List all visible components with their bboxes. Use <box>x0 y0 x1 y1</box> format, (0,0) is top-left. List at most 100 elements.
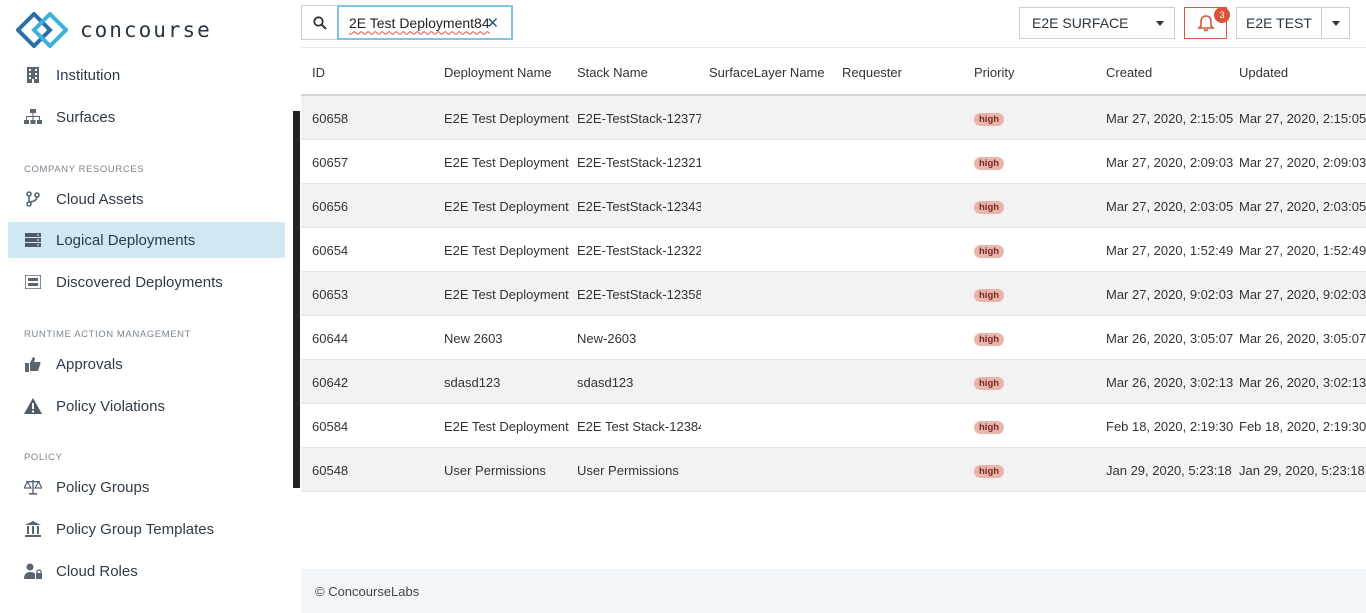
table-cell: 60642 <box>312 375 349 390</box>
building-icon <box>24 66 42 84</box>
table-cell: Feb 18, 2020, 2:19:30 <box>1239 419 1366 434</box>
user-menu-button[interactable]: E2E TEST <box>1236 7 1322 39</box>
priority-badge: high <box>974 289 1005 302</box>
table-cell: 60656 <box>312 199 349 214</box>
table-cell: Mar 26, 2020, 3:02:13 <box>1106 375 1234 390</box>
table-row[interactable]: 60657 E2E Test Deployment E2E-TestStack-12… <box>301 140 1366 184</box>
table-cell: 60644 <box>312 331 349 346</box>
table-row[interactable]: 60658 E2E Test Deployment E2E-TestStack-12… <box>301 96 1366 140</box>
sidebar-item-cloud-assets[interactable]: Cloud Assets <box>8 181 285 217</box>
sidebar-item-label: Cloud Assets <box>56 190 144 208</box>
column-header[interactable]: ID <box>312 65 325 80</box>
priority-badge: high <box>974 157 1005 170</box>
sidebar-item-institution[interactable]: Institution <box>8 57 285 93</box>
clear-search-icon[interactable]: ✕ <box>486 14 499 32</box>
sidebar-item-label: Policy Violations <box>56 397 165 415</box>
table-cell: 60653 <box>312 287 349 302</box>
logo-text: concourse <box>80 18 212 42</box>
user-menu-dropdown-button[interactable] <box>1322 7 1350 39</box>
table-cell: E2E-TestStack-12377 <box>577 111 701 126</box>
priority-badge: high <box>974 245 1005 258</box>
table-cell: Jan 29, 2020, 5:23:18 <box>1239 463 1365 478</box>
table-cell: Mar 27, 2020, 9:02:03 <box>1239 287 1366 302</box>
sidebar-item-policy-violations[interactable]: Policy Violations <box>8 388 285 424</box>
search-input[interactable]: 2E Test Deployment84 ✕ <box>337 5 513 40</box>
priority-badge: high <box>974 113 1005 126</box>
user-lock-icon <box>24 562 42 580</box>
search-button[interactable] <box>301 5 337 40</box>
table-cell: E2E Test Stack-12384 <box>577 419 701 434</box>
table-cell: E2E Test Deployment <box>444 155 569 170</box>
table-row[interactable]: 60656 E2E Test Deployment E2E-TestStack-12… <box>301 184 1366 228</box>
sidebar-item-label: Logical Deployments <box>56 231 196 249</box>
table-cell: Mar 26, 2020, 3:05:07 <box>1239 331 1366 346</box>
footer: © ConcourseLabs <box>301 569 1366 613</box>
table-cell: E2E-TestStack-12343 <box>577 199 701 214</box>
concourse-logo-icon <box>16 12 68 48</box>
table-cell: Mar 27, 2020, 1:52:49 <box>1239 243 1366 258</box>
column-header[interactable]: Requester <box>842 65 902 80</box>
table-cell: Mar 27, 2020, 2:15:05 <box>1239 111 1366 126</box>
table-cell: Mar 26, 2020, 3:02:13 <box>1239 375 1366 390</box>
chevron-down-icon <box>1156 21 1164 26</box>
table-cell: E2E Test Deployment <box>444 243 569 258</box>
sidebar-item-discovered-deployments[interactable]: Discovered Deployments <box>8 264 285 300</box>
sidebar-item-policy-groups[interactable]: Policy Groups <box>8 469 285 505</box>
table-row[interactable]: 60653 E2E Test Deployment E2E-TestStack-12… <box>301 272 1366 316</box>
table-row[interactable]: 60548 User Permissions User Permissions hig… <box>301 448 1366 492</box>
table-cell: Mar 27, 2020, 2:09:03 <box>1239 155 1366 170</box>
scrollbar[interactable] <box>293 111 300 488</box>
section-label-runtime-action-management: RUNTIME ACTION MANAGEMENT <box>24 329 192 340</box>
deployments-table: ID Deployment Name Stack Name SurfaceLay… <box>301 47 1366 492</box>
table-cell: E2E Test Deployment <box>444 419 569 434</box>
sitemap-icon <box>24 108 42 126</box>
table-header: ID Deployment Name Stack Name SurfaceLay… <box>301 47 1366 96</box>
column-header[interactable]: Updated <box>1239 65 1288 80</box>
table-cell: Mar 27, 2020, 9:02:03 <box>1106 287 1234 302</box>
table-cell: New-2603 <box>577 331 637 346</box>
notification-count-badge: 3 <box>1214 7 1230 23</box>
table-cell: Mar 27, 2020, 1:52:49 <box>1106 243 1234 258</box>
priority-badge: high <box>974 465 1005 478</box>
sidebar-item-cloud-roles[interactable]: Cloud Roles <box>8 553 285 589</box>
table-row[interactable]: 60654 E2E Test Deployment E2E-TestStack-12… <box>301 228 1366 272</box>
sidebar-item-label: Policy Groups <box>56 478 150 496</box>
section-label-policy: POLICY <box>24 452 63 463</box>
priority-badge: high <box>974 421 1005 434</box>
priority-badge: high <box>974 377 1005 390</box>
sidebar-item-logical-deployments[interactable]: Logical Deployments <box>8 222 285 258</box>
table-cell: 60657 <box>312 155 349 170</box>
table-cell: User Permissions <box>577 463 679 478</box>
surface-select[interactable]: E2E SURFACE <box>1019 7 1175 39</box>
table-row[interactable]: 60584 E2E Test Deployment E2E Test Stack-1… <box>301 404 1366 448</box>
table-row[interactable]: 60644 New 2603 New-2603 high Mar 26, 2020, 3… <box>301 316 1366 360</box>
search-input-value: 2E Test Deployment84 <box>349 14 490 31</box>
column-header[interactable]: SurfaceLayer Name <box>709 65 825 80</box>
table-cell: New 2603 <box>444 331 503 346</box>
logo[interactable]: concourse <box>16 12 212 48</box>
table-cell: Feb 18, 2020, 2:19:30 <box>1106 419 1234 434</box>
warning-icon <box>24 397 42 415</box>
column-header[interactable]: Created <box>1106 65 1152 80</box>
table-row[interactable]: 60642 sdasd123 sdasd123 high Mar 26, 2020, 3… <box>301 360 1366 404</box>
bank-icon <box>24 520 42 538</box>
section-label-company-resources: COMPANY RESOURCES <box>24 164 145 175</box>
column-header[interactable]: Deployment Name <box>444 65 552 80</box>
column-header[interactable]: Priority <box>974 65 1014 80</box>
surface-select-value: E2E SURFACE <box>1032 15 1129 31</box>
sidebar-item-approvals[interactable]: Approvals <box>8 346 285 382</box>
column-header[interactable]: Stack Name <box>577 65 648 80</box>
table-cell: 60654 <box>312 243 349 258</box>
table-cell: sdasd123 <box>577 375 634 390</box>
sidebar-item-label: Approvals <box>56 355 123 373</box>
table-cell: 60548 <box>312 463 349 478</box>
table-cell: sdasd123 <box>444 375 501 390</box>
sidebar-item-policy-group-templates[interactable]: Policy Group Templates <box>8 511 285 547</box>
sidebar-item-label: Discovered Deployments <box>56 273 223 291</box>
table-cell: E2E-TestStack-12358 <box>577 287 701 302</box>
table-body: 60658 E2E Test Deployment E2E-TestStack-12… <box>301 96 1366 492</box>
table-cell: 60584 <box>312 419 349 434</box>
table-cell: E2E Test Deployment <box>444 199 569 214</box>
table-cell: Mar 27, 2020, 2:03:05 <box>1239 199 1366 214</box>
sidebar-item-surfaces[interactable]: Surfaces <box>8 99 285 135</box>
